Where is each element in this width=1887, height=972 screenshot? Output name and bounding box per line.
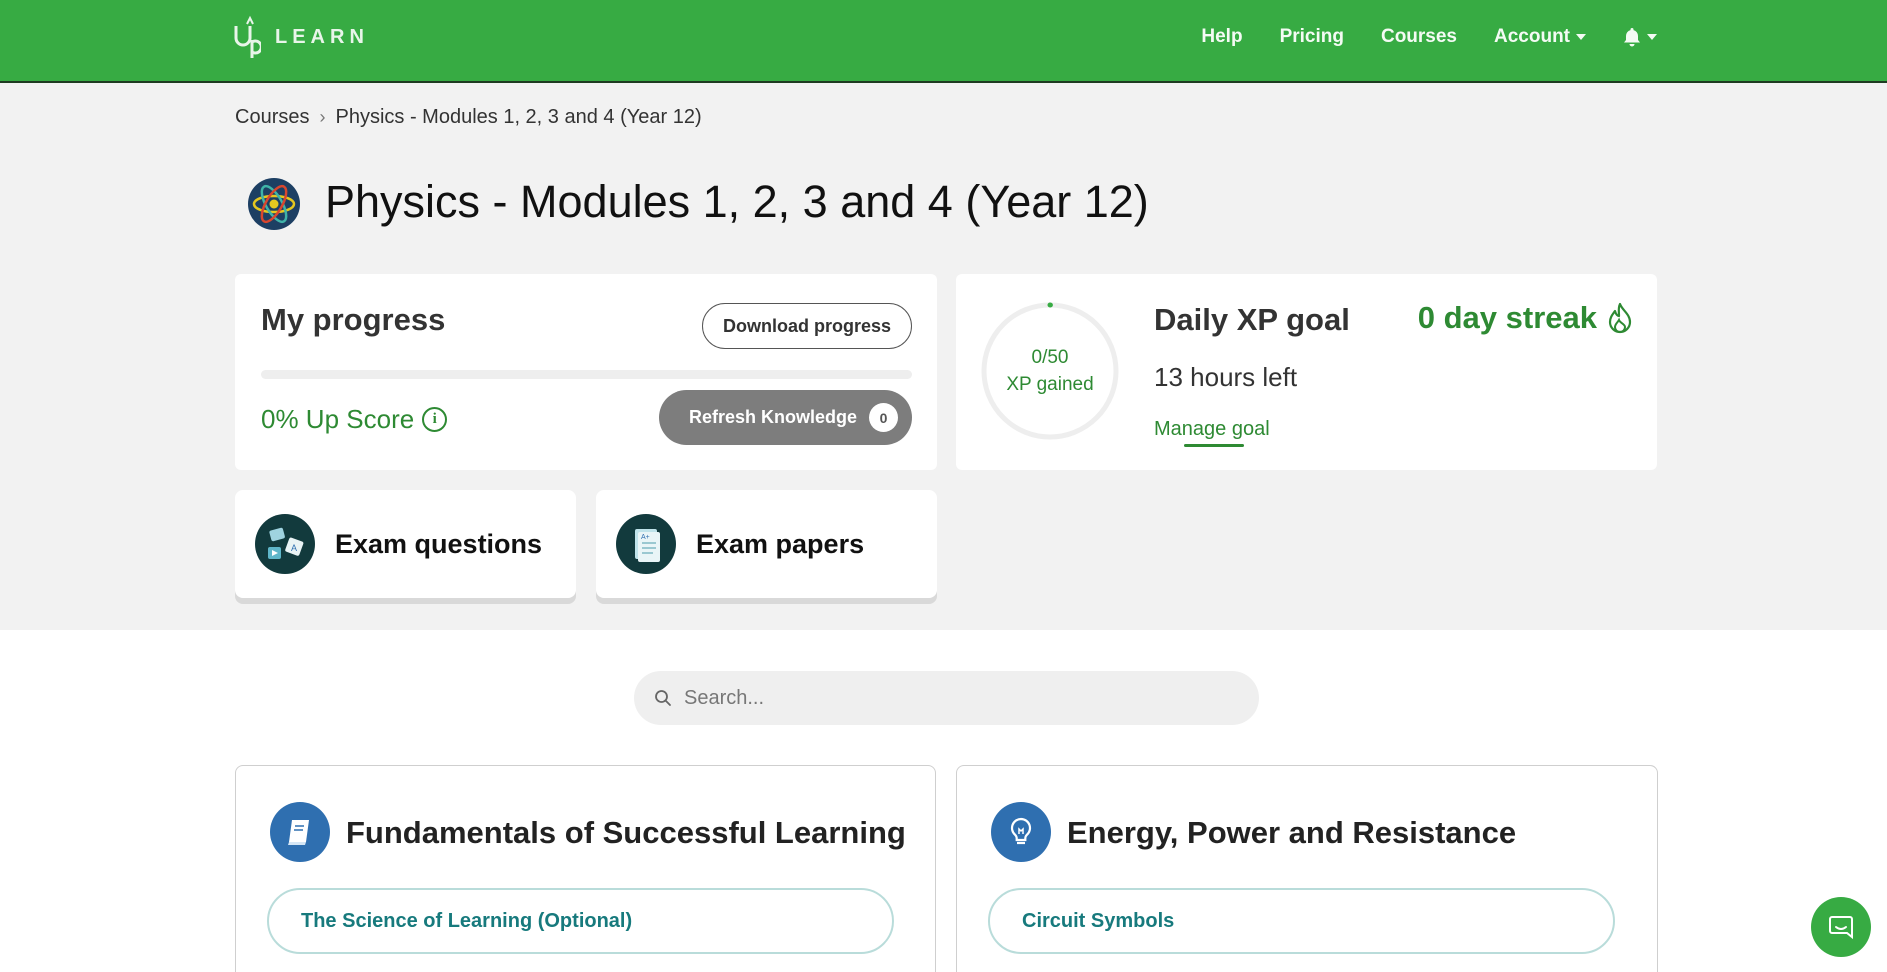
uplearn-logo-mark <box>234 15 261 58</box>
manage-goal-underline <box>1184 444 1244 447</box>
daily-xp-title: Daily XP goal <box>1154 302 1350 337</box>
day-streak-label: 0 day streak <box>1417 300 1597 335</box>
exam-questions-icon: A <box>255 514 315 574</box>
page-title: Physics - Modules 1, 2, 3 and 4 (Year 12… <box>325 176 1149 227</box>
exam-questions-tile[interactable]: A Exam questions <box>235 490 576 598</box>
nav-pricing[interactable]: Pricing <box>1280 26 1344 48</box>
nav-help[interactable]: Help <box>1201 26 1242 48</box>
chevron-down-icon <box>1576 33 1586 40</box>
top-nav-bar: LEARN Help Pricing Courses Account <box>0 0 1887 83</box>
manage-goal-link[interactable]: Manage goal <box>1154 418 1270 441</box>
book-icon <box>270 802 330 862</box>
search-input[interactable] <box>684 686 1224 710</box>
breadcrumb-courses[interactable]: Courses <box>235 106 309 129</box>
refresh-knowledge-label: Refresh Knowledge <box>688 407 857 427</box>
exam-papers-tile[interactable]: A+ Exam papers <box>596 490 937 598</box>
lightbulb-icon <box>991 802 1051 862</box>
atom-icon <box>248 178 300 230</box>
breadcrumb: Courses › Physics - Modules 1, 2, 3 and … <box>235 106 702 129</box>
refresh-knowledge-button[interactable]: Refresh Knowledge 0 <box>658 390 912 445</box>
search-icon <box>655 690 671 706</box>
module-title: Fundamentals of Successful Learning <box>346 815 906 850</box>
module-card: Energy, Power and Resistance Circuit Sym… <box>956 765 1658 972</box>
xp-gained-text: 0/50 XP gained <box>980 344 1120 398</box>
exam-papers-icon: A+ <box>616 514 676 574</box>
svg-text:A+: A+ <box>641 534 650 541</box>
search-bar <box>634 671 1259 725</box>
progress-bar <box>261 370 912 379</box>
exam-papers-label: Exam papers <box>696 528 865 559</box>
main-nav: Help Pricing Courses Account <box>1201 0 1657 73</box>
notifications-menu[interactable] <box>1623 27 1657 47</box>
module-title: Energy, Power and Resistance <box>1067 815 1517 850</box>
lesson-item[interactable]: Circuit Symbols <box>988 888 1615 954</box>
module-card: Fundamentals of Successful Learning The … <box>235 765 936 972</box>
xp-gained-value: 0/50 <box>1031 347 1069 368</box>
logo-text: LEARN <box>275 25 369 48</box>
daily-xp-card: 0/50 XP gained Daily XP goal 13 hours le… <box>956 274 1657 470</box>
my-progress-card: My progress Download progress 0% Up Scor… <box>235 274 937 470</box>
exam-questions-label: Exam questions <box>335 528 543 559</box>
xp-hours-left: 13 hours left <box>1154 362 1298 392</box>
svg-text:A: A <box>291 543 297 553</box>
lesson-item[interactable]: The Science of Learning (Optional) <box>267 888 894 954</box>
download-progress-button[interactable]: Download progress <box>701 303 912 349</box>
nav-account-label: Account <box>1494 25 1570 47</box>
bell-icon <box>1624 27 1640 46</box>
chevron-down-icon <box>1647 33 1657 40</box>
flame-icon <box>1608 302 1632 334</box>
chat-icon <box>1829 916 1853 940</box>
uplearn-logo[interactable]: LEARN <box>233 12 369 62</box>
refresh-count-badge: 0 <box>869 403 898 432</box>
up-score: 0% Up Score i <box>261 404 448 435</box>
breadcrumb-current: Physics - Modules 1, 2, 3 and 4 (Year 12… <box>335 106 702 128</box>
info-icon[interactable]: i <box>422 407 448 432</box>
my-progress-title: My progress <box>261 302 446 337</box>
nav-courses[interactable]: Courses <box>1381 26 1457 48</box>
day-streak: 0 day streak <box>1418 300 1633 336</box>
chat-launcher-button[interactable] <box>1811 897 1871 957</box>
up-score-label: 0% Up Score <box>261 404 415 434</box>
nav-account[interactable]: Account <box>1494 26 1586 48</box>
xp-gained-label: XP gained <box>1006 374 1094 395</box>
chevron-right-icon: › <box>319 107 326 127</box>
